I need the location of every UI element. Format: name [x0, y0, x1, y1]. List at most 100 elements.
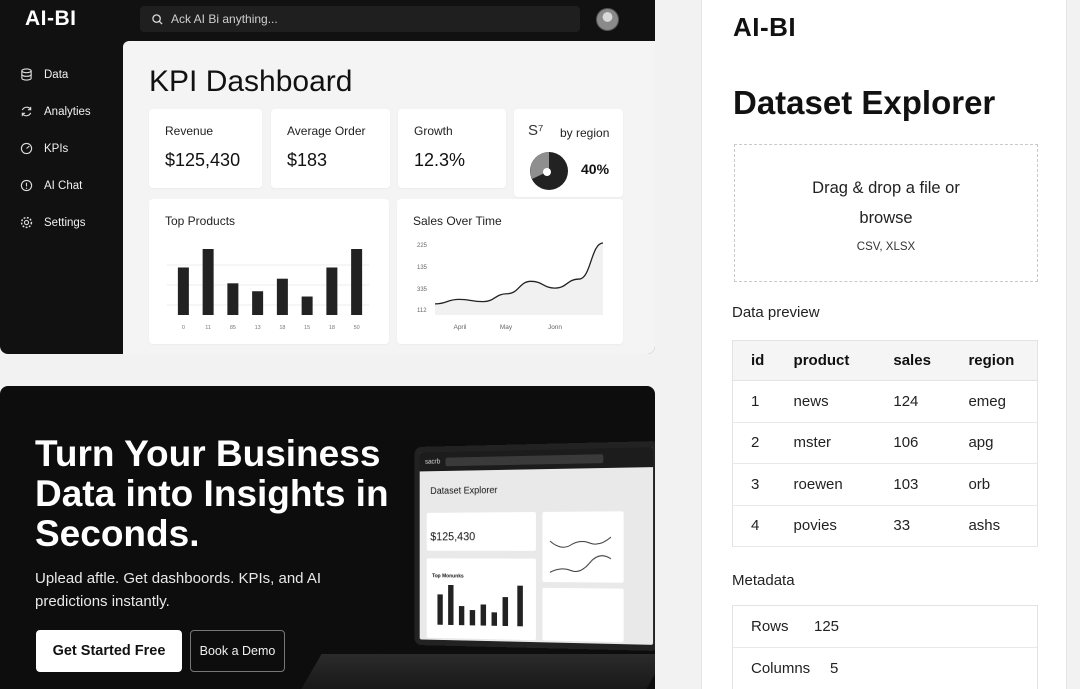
brand-logo: AI-BI — [733, 12, 796, 43]
table-row[interactable]: 1 news 124 emeg — [733, 381, 1038, 423]
region-label: by region — [560, 126, 609, 140]
gauge-icon — [20, 142, 33, 155]
table-cell: 4 — [733, 505, 776, 547]
region-pie-chart — [529, 151, 569, 191]
dropzone-formats: CSV, XLSX — [735, 241, 1037, 253]
dashboard-main: KPI Dashboard Revenue $125,430 Average O… — [123, 41, 655, 354]
sidebar-item-settings[interactable]: Settings — [0, 204, 123, 241]
x-tick-label: 18 — [279, 325, 285, 331]
table-cell: 3 — [733, 464, 776, 506]
bar — [351, 249, 362, 315]
sidebar-item-ai-chat[interactable]: AI Chat — [0, 167, 123, 204]
kpi-card-average-order[interactable]: Average Order $183 — [271, 109, 390, 188]
data-preview-table: id product sales region 1 news 124 emeg … — [732, 340, 1038, 547]
table-row[interactable]: 4 povies 33 ashs — [733, 505, 1038, 547]
file-dropzone[interactable]: Drag & drop a file or browse CSV, XLSX — [734, 144, 1038, 282]
laptop-base — [298, 654, 655, 689]
mockup-search — [446, 454, 604, 466]
column-header[interactable]: product — [776, 341, 876, 381]
table-row[interactable]: 2 mster 106 apg — [733, 422, 1038, 464]
table-cell: 103 — [875, 464, 950, 506]
search-icon — [152, 14, 163, 25]
refresh-icon — [20, 105, 33, 118]
kpi-value: 12.3% — [414, 150, 465, 171]
x-tick-label: April — [453, 324, 467, 331]
get-started-button[interactable]: Get Started Free — [36, 630, 182, 672]
mockup-section-label: Top Monunks — [432, 573, 464, 579]
page-title: Dataset Explorer — [733, 84, 995, 122]
x-tick-label: Jonn — [548, 324, 562, 331]
avatar[interactable] — [596, 8, 619, 31]
mockup-value: $125,430 — [430, 530, 475, 543]
kpi-card-revenue[interactable]: Revenue $125,430 — [149, 109, 262, 188]
bar — [302, 297, 313, 315]
x-tick-label: 0 — [182, 325, 185, 331]
y-tick-label: 225 — [417, 243, 428, 249]
y-tick-label: 112 — [417, 308, 427, 314]
mockup-card — [427, 558, 536, 640]
sidebar-item-data[interactable]: Data — [0, 56, 123, 93]
table-cell: mster — [776, 422, 876, 464]
mockup-brand: sacrb — [425, 458, 440, 465]
data-preview-heading: Data preview — [732, 304, 820, 321]
table-cell: povies — [776, 505, 876, 547]
table-cell: roewen — [776, 464, 876, 506]
metadata-key: Rows — [751, 618, 814, 635]
table-row[interactable]: 3 roewen 103 orb — [733, 464, 1038, 506]
column-header[interactable]: region — [950, 341, 1037, 381]
metadata-value: 125 — [814, 618, 839, 635]
kpi-label: Growth — [414, 124, 453, 138]
table-cell: orb — [950, 464, 1037, 506]
metadata-row: Rows 125 — [733, 606, 1037, 648]
metadata-value: 5 — [830, 660, 838, 677]
hero-section: Turn Your Business Data into Insights in… — [0, 386, 655, 689]
column-header[interactable]: sales — [875, 341, 950, 381]
table-cell: 33 — [875, 505, 950, 547]
x-tick-label: May — [500, 324, 513, 331]
sidebar-item-kpis[interactable]: KPIs — [0, 130, 123, 167]
table-cell: ashs — [950, 505, 1037, 547]
laptop-mockup: sacrb Dataset Explorer $125,430 Top Monu… — [414, 441, 655, 651]
mockup-body: Dataset Explorer $125,430 Top Monunks — [420, 467, 653, 651]
bar — [252, 291, 263, 315]
sidebar: Data Analyties KPIs AI Chat Settings — [0, 56, 123, 241]
line-chart: 225 135 335 112 April May Jonn — [397, 199, 623, 344]
x-tick-label: 13 — [255, 325, 261, 331]
mockup-card — [542, 588, 623, 642]
kpi-card-region[interactable]: S⁷ by region 40% — [514, 109, 623, 197]
book-demo-button[interactable]: Book a Demo — [190, 630, 285, 672]
kpi-card-growth[interactable]: Growth 12.3% — [398, 109, 506, 188]
hero-headline: Turn Your Business Data into Insights in… — [35, 434, 395, 554]
dropzone-text: Drag & drop a file or browse — [735, 173, 1037, 233]
bar — [277, 279, 288, 315]
chat-icon — [20, 179, 33, 192]
table-cell: 106 — [875, 422, 950, 464]
hero-subtext: Uplead aftle. Get dashboords. KPIs, and … — [35, 567, 335, 613]
bar — [203, 249, 214, 315]
metadata-heading: Metadata — [732, 572, 795, 589]
table-cell: 124 — [875, 381, 950, 423]
y-tick-label: 135 — [417, 265, 428, 271]
bar — [227, 283, 238, 315]
page-title: KPI Dashboard — [149, 65, 352, 99]
metadata-key: Columns — [751, 660, 830, 677]
x-tick-label: 18 — [329, 325, 335, 331]
region-symbol: S⁷ — [528, 122, 543, 139]
column-header[interactable]: id — [733, 341, 776, 381]
sales-over-time-chart: Sales Over Time 225 135 335 112 April May Jonn — [397, 199, 623, 344]
dataset-explorer-panel: AI-BI Dataset Explorer Drag & drop a fil… — [701, 0, 1067, 689]
sidebar-item-label: Data — [44, 69, 68, 81]
gear-icon — [20, 216, 33, 229]
mockup-bar-chart — [427, 558, 536, 640]
sidebar-item-analytics[interactable]: Analyties — [0, 93, 123, 130]
kpi-value: $125,430 — [165, 150, 240, 171]
search-bar[interactable]: Ack AI Bi anything... — [140, 6, 580, 32]
sidebar-item-label: AI Chat — [44, 180, 82, 192]
region-percent: 40% — [581, 161, 609, 177]
metadata-row: Columns 5 — [733, 648, 1037, 689]
bar-chart: 0 11 85 13 18 15 18 50 — [149, 199, 389, 344]
app-window: AI-BI Ack AI Bi anything... Data Analyti… — [0, 0, 655, 354]
bar — [178, 267, 189, 315]
search-placeholder: Ack AI Bi anything... — [171, 12, 278, 26]
table-cell: 2 — [733, 422, 776, 464]
